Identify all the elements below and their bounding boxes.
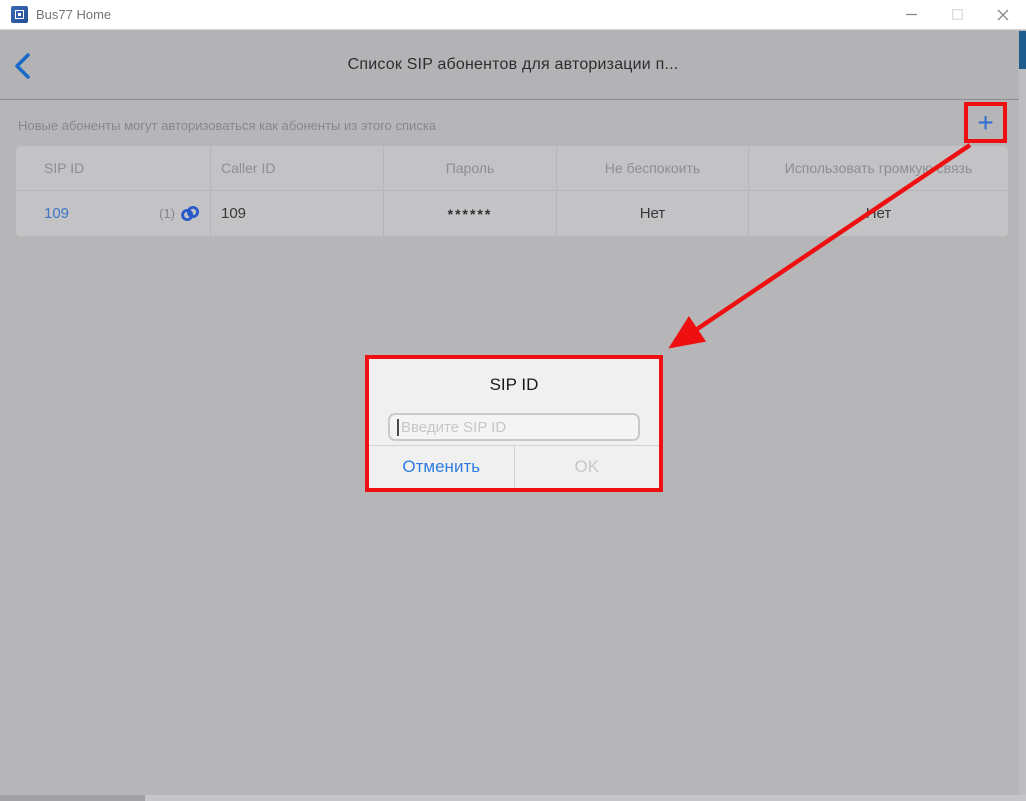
cell-speakerphone[interactable]: Нет — [749, 191, 1008, 236]
maximize-icon — [952, 9, 963, 20]
vertical-scrollbar-track[interactable] — [1019, 31, 1026, 795]
column-header-password: Пароль — [384, 146, 556, 190]
table-row[interactable]: 109 (1) 109 ****** Нет Нет — [16, 191, 1008, 236]
table-header-row: SIP ID Caller ID Пароль Не беспокоить Ис… — [16, 146, 1008, 190]
window-titlebar: Bus77 Home — [0, 0, 1026, 30]
add-subscriber-button[interactable]: + — [977, 109, 993, 137]
close-button[interactable] — [980, 0, 1026, 29]
column-header-sip-id: SIP ID — [16, 146, 210, 190]
column-header-speakerphone: Использовать громкую связь — [749, 146, 1008, 190]
chain-link-icon[interactable] — [180, 205, 200, 222]
list-description: Новые абоненты могут авторизоваться как … — [18, 118, 436, 133]
horizontal-scrollbar-track[interactable] — [0, 795, 1026, 801]
cell-do-not-disturb[interactable]: Нет — [557, 191, 748, 236]
annotation-box-add-button: + — [964, 102, 1007, 143]
sip-id-input-placeholder: Введите SIP ID — [401, 419, 506, 436]
dialog-title: SIP ID — [369, 375, 659, 395]
cell-caller-id: 109 — [211, 191, 383, 236]
horizontal-scrollbar-thumb[interactable] — [0, 795, 145, 801]
dialog-button-row: Отменить OK — [369, 445, 659, 488]
back-chevron-icon — [13, 52, 33, 80]
vertical-scrollbar-thumb[interactable] — [1019, 31, 1026, 69]
back-button[interactable] — [8, 48, 38, 84]
page-title: Список SIP абонентов для авторизации п..… — [348, 56, 679, 74]
text-caret — [397, 419, 399, 436]
link-count-label: (1) — [159, 206, 175, 221]
column-header-dnd: Не беспокоить — [557, 146, 748, 190]
nav-header: Список SIP абонентов для авторизации п..… — [0, 31, 1026, 100]
app-logo-icon — [11, 6, 28, 23]
close-icon — [997, 9, 1009, 21]
cell-sip-id: 109 (1) — [16, 191, 210, 236]
ok-button[interactable]: OK — [515, 446, 660, 488]
sip-id-input[interactable]: Введите SIP ID — [388, 413, 640, 441]
minimize-button[interactable] — [888, 0, 934, 29]
window-title: Bus77 Home — [36, 7, 111, 22]
maximize-button[interactable] — [934, 0, 980, 29]
cancel-button[interactable]: Отменить — [369, 446, 515, 488]
sip-id-link[interactable]: 109 — [44, 205, 69, 222]
annotation-box-sip-id-dialog: SIP ID Введите SIP ID Отменить OK — [365, 355, 663, 492]
sip-subscribers-table: SIP ID Caller ID Пароль Не беспокоить Ис… — [16, 146, 1008, 236]
column-header-caller-id: Caller ID — [211, 146, 383, 190]
minimize-icon — [906, 9, 917, 20]
cell-password: ****** — [384, 191, 556, 236]
password-masked-value: ****** — [448, 206, 493, 222]
